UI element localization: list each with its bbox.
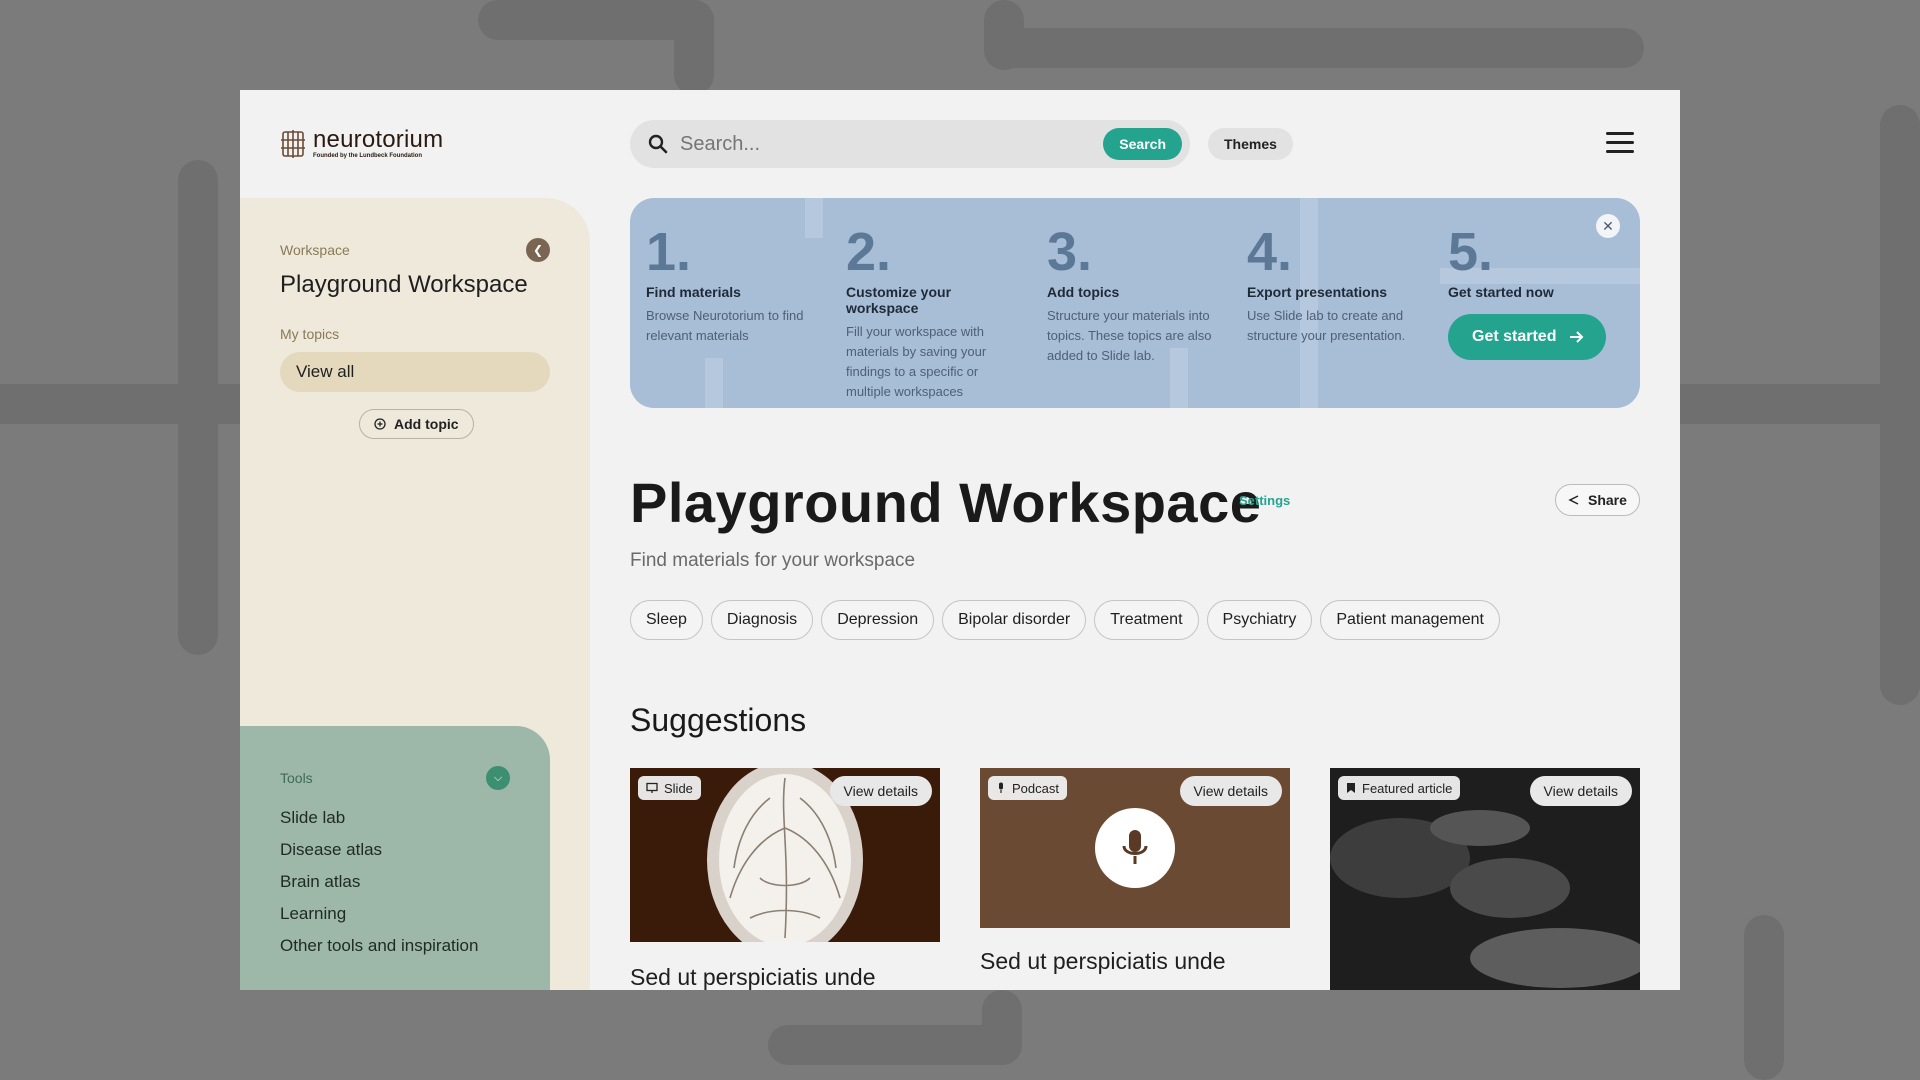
tools-panel: Tools ⌵ Slide lab Disease atlas Brain at… bbox=[240, 726, 550, 990]
background-decoration bbox=[674, 0, 714, 95]
share-label: Share bbox=[1588, 492, 1627, 508]
card-image: Podcast View details bbox=[980, 768, 1290, 928]
brand-tagline: Founded by the Lundbeck Foundation bbox=[313, 153, 422, 159]
tools-label: Tools bbox=[280, 770, 313, 786]
background-decoration bbox=[1880, 105, 1920, 705]
background-decoration bbox=[1744, 915, 1784, 1080]
settings-link[interactable]: Settings bbox=[1239, 493, 1290, 508]
step-title: Get started now bbox=[1448, 284, 1554, 300]
search-button[interactable]: Search bbox=[1103, 128, 1182, 160]
view-details-button[interactable]: View details bbox=[829, 776, 932, 806]
chevron-down-icon: ⌵ bbox=[493, 771, 503, 784]
card-image: Featured article View details bbox=[1330, 768, 1640, 990]
card-badge-label: Featured article bbox=[1362, 780, 1453, 796]
tag-depression[interactable]: Depression bbox=[821, 600, 935, 640]
collapse-sidebar-button[interactable]: ❮ bbox=[526, 238, 550, 262]
card-badge-label: Podcast bbox=[1012, 780, 1059, 796]
onboarding-banner: 1. Find materials Browse Neurotorium to … bbox=[630, 198, 1640, 408]
add-topic-button[interactable]: Add topic bbox=[359, 409, 474, 439]
card-title: Sed ut perspiciatis unde bbox=[980, 948, 1226, 974]
themes-button[interactable]: Themes bbox=[1208, 128, 1293, 160]
tag-bipolar-disorder[interactable]: Bipolar disorder bbox=[942, 600, 1087, 640]
logo-mark-icon bbox=[281, 130, 305, 158]
step-1: 1. Find materials Browse Neurotorium to … bbox=[646, 224, 826, 346]
step-description: Fill your workspace with materials by sa… bbox=[846, 324, 987, 399]
brand-logo[interactable]: neurotorium Founded by the Lundbeck Foun… bbox=[279, 128, 443, 160]
page-subtitle: Find materials for your workspace bbox=[630, 550, 916, 571]
tool-brain-atlas[interactable]: Brain atlas bbox=[280, 866, 478, 898]
app-window: neurotorium Founded by the Lundbeck Foun… bbox=[240, 90, 1680, 990]
tool-other[interactable]: Other tools and inspiration bbox=[280, 930, 478, 962]
tools-toggle-button[interactable]: ⌵ bbox=[486, 766, 510, 790]
step-3: 3. Add topics Structure your materials i… bbox=[1047, 224, 1227, 366]
tag-psychiatry[interactable]: Psychiatry bbox=[1206, 600, 1313, 640]
card-image: Slide View details bbox=[630, 768, 940, 942]
search-bar: Search bbox=[630, 120, 1190, 168]
tool-disease-atlas[interactable]: Disease atlas bbox=[280, 834, 478, 866]
background-decoration bbox=[984, 28, 1644, 68]
tools-list: Slide lab Disease atlas Brain atlas Lear… bbox=[280, 802, 478, 962]
workspace-label: Workspace bbox=[280, 242, 350, 258]
close-icon: ✕ bbox=[1602, 217, 1614, 234]
monitor-icon bbox=[646, 782, 658, 793]
get-started-label: Get started bbox=[1472, 328, 1557, 345]
view-all-topics-button[interactable]: View all bbox=[280, 352, 550, 392]
close-banner-button[interactable]: ✕ bbox=[1596, 214, 1620, 238]
background-decoration bbox=[178, 160, 218, 655]
chevron-left-icon: ❮ bbox=[532, 243, 544, 257]
tool-learning[interactable]: Learning bbox=[280, 898, 478, 930]
step-title: Find materials bbox=[646, 284, 741, 300]
share-button[interactable]: Share bbox=[1555, 484, 1640, 516]
step-number: 3. bbox=[1047, 222, 1093, 282]
step-number: 1. bbox=[646, 222, 692, 282]
card-title: Sed ut perspiciatis unde bbox=[630, 964, 876, 990]
card-badge: Podcast bbox=[988, 776, 1067, 800]
my-topics-label: My topics bbox=[280, 326, 340, 342]
step-2: 2. Customize your workspace Fill your wo… bbox=[846, 224, 1026, 402]
page-title: Playground Workspace bbox=[630, 471, 1262, 534]
hamburger-menu-icon[interactable] bbox=[1606, 132, 1634, 154]
add-topic-label: Add topic bbox=[394, 416, 459, 432]
step-number: 2. bbox=[846, 222, 892, 282]
step-4: 4. Export presentations Use Slide lab to… bbox=[1247, 224, 1427, 346]
share-icon bbox=[1568, 495, 1579, 505]
tool-slide-lab[interactable]: Slide lab bbox=[280, 802, 478, 834]
view-details-button[interactable]: View details bbox=[1179, 776, 1282, 806]
suggestion-card[interactable]: Slide View details Sed ut perspiciatis u… bbox=[630, 768, 940, 990]
get-started-button[interactable]: Get started bbox=[1448, 314, 1607, 360]
step-title: Add topics bbox=[1047, 284, 1120, 300]
step-description: Use Slide lab to create and structure yo… bbox=[1247, 308, 1406, 343]
bookmark-icon bbox=[1347, 783, 1355, 793]
search-input[interactable] bbox=[680, 132, 1080, 156]
tag-diagnosis[interactable]: Diagnosis bbox=[710, 600, 814, 640]
workspace-title: Playground Workspace bbox=[280, 271, 528, 298]
topic-tags: Sleep Diagnosis Depression Bipolar disor… bbox=[630, 600, 1500, 640]
arrow-right-icon bbox=[1570, 331, 1584, 343]
suggestion-card[interactable]: Podcast View details Sed ut perspiciatis… bbox=[980, 768, 1290, 976]
card-badge: Slide bbox=[638, 776, 701, 800]
step-title: Customize your workspace bbox=[846, 284, 952, 316]
step-title: Export presentations bbox=[1247, 284, 1388, 300]
tag-sleep[interactable]: Sleep bbox=[630, 600, 703, 640]
brand-name: neurotorium bbox=[313, 126, 444, 153]
microphone-small-icon bbox=[999, 782, 1003, 793]
card-badge-label: Slide bbox=[664, 780, 693, 796]
tag-treatment[interactable]: Treatment bbox=[1094, 600, 1199, 640]
tag-patient-management[interactable]: Patient management bbox=[1320, 600, 1500, 640]
microphone-icon bbox=[1095, 808, 1175, 888]
step-description: Structure your materials into topics. Th… bbox=[1047, 308, 1212, 363]
step-description: Browse Neurotorium to find relevant mate… bbox=[646, 308, 804, 343]
suggestion-card[interactable]: Featured article View details bbox=[1330, 768, 1640, 990]
search-icon bbox=[648, 134, 668, 154]
step-number: 4. bbox=[1247, 222, 1293, 282]
plus-circle-icon bbox=[374, 418, 386, 430]
background-decoration bbox=[982, 990, 1022, 1065]
background-decoration bbox=[1680, 384, 1880, 424]
banner-decoration bbox=[705, 358, 723, 408]
suggestions-heading: Suggestions bbox=[630, 702, 807, 738]
view-details-button[interactable]: View details bbox=[1529, 776, 1632, 806]
card-badge: Featured article bbox=[1338, 776, 1461, 800]
